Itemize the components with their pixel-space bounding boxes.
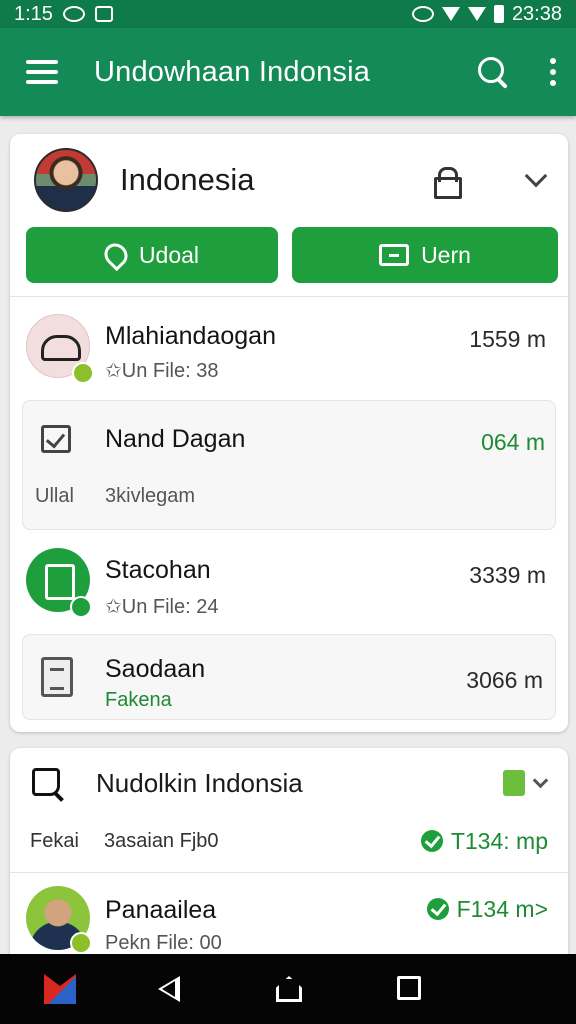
divider [10,872,568,873]
info-row[interactable]: Fekai 3asaian Fjb0 T134: mp [10,818,568,870]
status-badge [72,362,94,384]
lock-icon[interactable] [434,167,462,199]
vibrate-icon [411,6,434,22]
list-item[interactable]: Stacohan ✩Un File: 24 3339 m [10,538,568,632]
item-size: F134 m> [426,896,548,923]
card-title: Nudolkin Indonsia [96,767,303,798]
item-size: 3066 m [466,667,543,693]
folder-card: Indonesia Udoal Uern Mlahiandaogan ✩Un F… [10,134,568,732]
app-bar: Undowhaan Indonsia [0,28,576,116]
item-subtitle: Pekn File: 00 [105,932,222,954]
info-value: 3asaian Fjb0 [104,830,219,852]
status-time-left: 1:15 [14,2,53,25]
card-header[interactable]: Nudolkin Indonsia [10,748,568,818]
view-button[interactable]: Uern [292,227,558,283]
battery-icon [493,5,504,23]
item-size: 3339 m [469,562,546,588]
item-subtitle: ✩Un File: 24 [105,596,219,618]
list-item[interactable]: Panaailea Pekn File: 00 F134 m> [10,876,568,958]
upload-icon [99,238,133,272]
item-subtitle: Fakena [105,689,172,711]
document-icon[interactable] [503,770,525,796]
folder-icon [379,244,410,266]
check-icon [41,425,71,453]
list-item[interactable]: Nand Dagan 064 m Ullal 3kivlegam [22,400,556,530]
item-subtitle: ✩Un File: 38 [105,360,219,382]
check-icon [426,898,449,920]
camera-icon [62,6,85,22]
chevron-down-icon[interactable] [524,164,548,188]
list-item[interactable]: Mlahiandaogan ✩Un File: 38 1559 m [10,304,568,396]
status-time-right: 23:38 [511,2,562,25]
recents-icon[interactable] [397,976,421,1000]
wifi-icon [441,7,460,21]
item-title: Nand Dagan [105,425,246,453]
notification-icon [94,6,113,22]
upload-button[interactable]: Udoal [26,227,278,283]
signal-icon [467,7,486,21]
search-icon[interactable] [476,55,510,89]
menu-icon[interactable] [26,60,58,84]
status-badge [70,596,92,618]
item-title: Saodaan [105,655,206,683]
search-card: Nudolkin Indonsia Fekai 3asaian Fjb0 T13… [10,748,568,958]
item-size: 1559 m [469,326,546,352]
upload-button-label: Udoal [138,241,200,268]
search-icon [32,766,66,800]
gmail-app-icon[interactable] [44,974,76,1004]
more-icon[interactable] [550,58,558,86]
item-size-text: F134 m> [456,896,548,922]
status-bar: 1:15 23:38 [0,0,576,28]
item-label: Ullal [35,485,74,507]
navigation-bar [0,954,576,1024]
document-icon [41,657,73,697]
app-title: Undowhaan Indonsia [94,55,371,88]
back-icon[interactable] [158,976,180,1002]
status-badge [70,932,92,954]
item-size: 064 m [481,429,545,455]
divider [10,296,568,297]
card-title: Indonesia [120,162,255,197]
info-size-text: T134: mp [450,828,548,854]
view-button-label: Uern [421,241,471,268]
info-size: T134: mp [420,828,548,855]
info-label: Fekai [30,830,79,852]
chevron-down-icon[interactable] [532,772,549,788]
check-icon [420,830,443,852]
item-subtitle: 3kivlegam [105,485,196,507]
avatar [34,148,98,212]
item-title: Mlahiandaogan [105,322,276,350]
list-item[interactable]: Saodaan Fakena 3066 m [22,634,556,720]
item-title: Stacohan [105,556,211,584]
home-icon[interactable] [276,976,302,1002]
item-title: Panaailea [105,896,217,924]
card-header[interactable]: Indonesia [10,134,568,226]
